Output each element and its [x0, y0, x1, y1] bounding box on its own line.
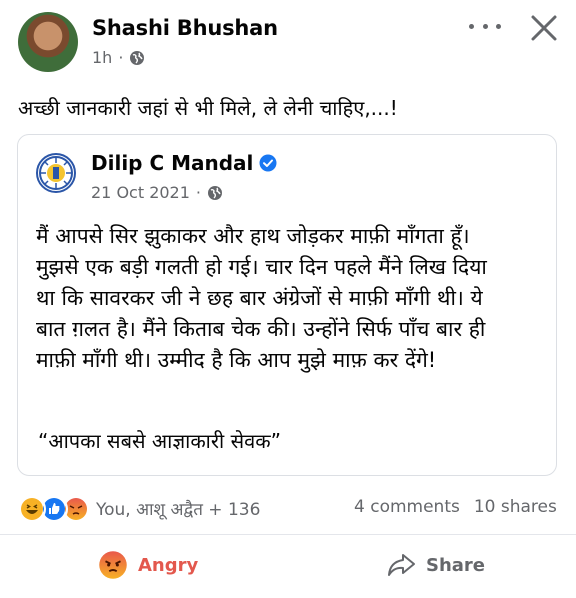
emblem-icon: [39, 156, 73, 190]
body-line: मैं आपसे सिर झुकाकर और हाथ जोड़कर माफ़ी …: [36, 224, 470, 248]
divider: [0, 534, 576, 535]
body-line: मुझसे एक बड़ी गलती हो गई। चार दिन पहले म…: [36, 255, 487, 279]
post-time[interactable]: 1h: [92, 48, 112, 67]
angry-label: Angry: [138, 554, 199, 576]
verified-badge-icon: [259, 154, 277, 172]
body-line: बात ग़लत है। मैंने किताब चेक की। उन्होंन…: [36, 317, 486, 341]
comments-count[interactable]: 4 comments: [354, 497, 460, 517]
close-icon[interactable]: [526, 10, 562, 46]
shared-meta-separator: ·: [195, 183, 202, 202]
engagement-counts: 4 comments 10 shares: [354, 497, 557, 517]
share-label: Share: [426, 554, 486, 576]
author-avatar[interactable]: [18, 12, 78, 72]
globe-icon: [208, 185, 223, 200]
meta-separator: ·: [118, 48, 124, 67]
post-meta: 1h ·: [92, 48, 145, 67]
body-line: माफ़ी माँगी थी। उम्मीद है कि आप मुझे माफ…: [36, 348, 437, 372]
reaction-summary[interactable]: You, आशू अद्वैत + 136: [96, 497, 260, 520]
post-text: अच्छी जानकारी जहां से भी मिले, ले लेनी च…: [18, 96, 398, 120]
shared-signature: “आपका सबसे आज्ञाकारी सेवक”: [38, 429, 281, 453]
shared-body: मैं आपसे सिर झुकाकर और हाथ जोड़कर माफ़ी …: [36, 221, 546, 376]
haha-reaction-icon: [18, 495, 46, 523]
share-button[interactable]: Share: [386, 548, 485, 582]
shared-author-name[interactable]: Dilip C Mandal: [91, 151, 253, 175]
shared-author-avatar[interactable]: [36, 153, 76, 193]
globe-icon: [130, 50, 145, 65]
body-line: था कि सावरकर जी ने छह बार अंग्रेजों से म…: [36, 286, 483, 310]
author-name[interactable]: Shashi Bhushan: [92, 16, 278, 40]
shared-author: Dilip C Mandal: [91, 151, 277, 175]
shares-count[interactable]: 10 shares: [474, 497, 557, 517]
reaction-icons[interactable]: [18, 495, 90, 523]
post-header: Shashi Bhushan 1h ·: [0, 0, 576, 80]
angry-button[interactable]: Angry: [98, 548, 198, 582]
share-icon: [388, 554, 415, 576]
shared-meta: 21 Oct 2021 ·: [91, 183, 223, 202]
more-options-icon[interactable]: [469, 18, 501, 34]
shared-post-card[interactable]: Dilip C Mandal 21 Oct 2021 · मैं आपसे सि…: [17, 134, 557, 476]
angry-icon: [99, 551, 127, 579]
shared-date[interactable]: 21 Oct 2021: [91, 183, 190, 202]
